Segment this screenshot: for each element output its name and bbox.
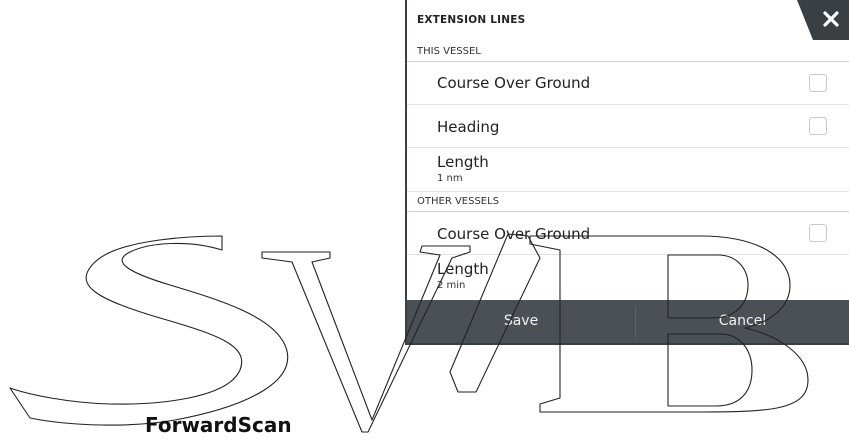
row-label: Heading [437, 118, 500, 136]
dialog-title: EXTENSION LINES [417, 14, 526, 26]
dialog-button-bar: Save Cancel [407, 300, 849, 343]
length-value: 1 nm [437, 173, 463, 184]
other-cog-checkbox[interactable] [809, 224, 827, 242]
row-this-vessel-heading[interactable]: Heading [407, 105, 849, 148]
row-label: Length [437, 260, 489, 278]
length-value: 2 min [437, 280, 466, 291]
row-other-vessels-length[interactable]: Length 2 min [407, 255, 849, 300]
section-header-other-vessels: OTHER VESSELS [407, 192, 849, 212]
row-this-vessel-cog[interactable]: Course Over Ground [407, 62, 849, 105]
close-icon[interactable] [797, 0, 849, 40]
cancel-button[interactable]: Cancel [636, 300, 849, 343]
forwardscan-caption: ForwardScan [145, 413, 292, 437]
heading-checkbox[interactable] [809, 117, 827, 135]
row-label: Course Over Ground [437, 74, 591, 92]
watermark-letter-s [9, 235, 289, 426]
row-label: Course Over Ground [437, 225, 591, 243]
save-button[interactable]: Save [407, 300, 635, 343]
row-label: Length [437, 153, 489, 171]
row-other-vessels-cog[interactable]: Course Over Ground [407, 212, 849, 255]
extension-lines-dialog: EXTENSION LINES THIS VESSEL Course Over … [405, 0, 849, 345]
section-header-this-vessel: THIS VESSEL [407, 42, 849, 62]
row-this-vessel-length[interactable]: Length 1 nm [407, 148, 849, 192]
cog-checkbox[interactable] [809, 74, 827, 92]
